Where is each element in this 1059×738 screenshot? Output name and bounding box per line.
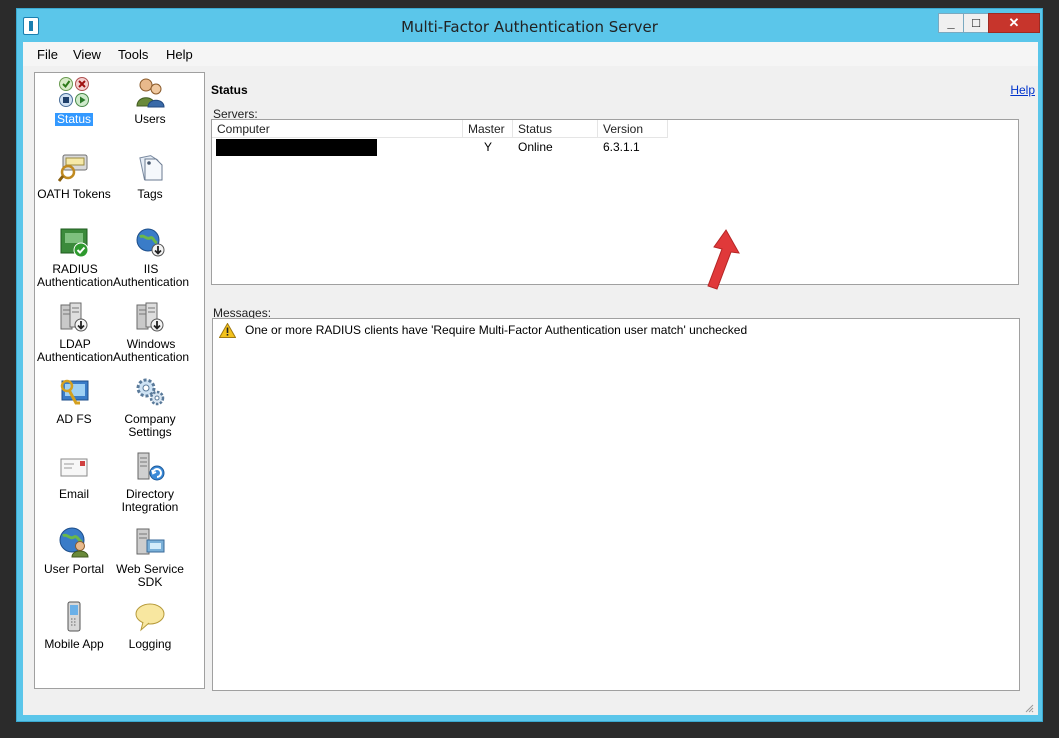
ldap-icon — [58, 301, 90, 333]
sidebar-item-email[interactable]: Email — [35, 451, 113, 501]
sidebar-item-label: Tags — [137, 187, 163, 201]
sidebar-item-label: Users — [134, 112, 166, 126]
sidebar-item-label: Windows Authentication — [113, 337, 190, 364]
sidebar-item-label: Web Service SDK — [116, 562, 184, 589]
sidebar-item-label: Company Settings — [124, 412, 176, 439]
column-header-master[interactable]: Master — [463, 120, 513, 138]
sidebar-item-company-settings[interactable]: Company Settings — [111, 376, 189, 439]
screenshot-frame: Multi-Factor Authentication Server _ □ ✕… — [0, 0, 1059, 738]
sidebar-item-users[interactable]: Users — [111, 76, 189, 126]
sidebar-item-logging[interactable]: Logging — [111, 601, 189, 651]
tags-icon — [134, 151, 166, 183]
sidebar-item-radius[interactable]: RADIUS Authentication — [35, 226, 113, 289]
windows-auth-icon — [134, 301, 166, 333]
client-area: File View Tools Help Status Users OATH T… — [23, 42, 1038, 715]
menu-bar: File View Tools Help — [23, 42, 1038, 66]
sidebar-item-web-service-sdk[interactable]: Web Service SDK — [111, 526, 189, 589]
redacted-computer-name — [216, 139, 377, 156]
sidebar-item-user-portal[interactable]: User Portal — [35, 526, 113, 576]
window-title: Multi-Factor Authentication Server — [401, 18, 658, 36]
oath-tokens-icon — [57, 151, 90, 183]
sidebar-item-ad-fs[interactable]: AD FS — [35, 376, 113, 426]
radius-icon — [58, 226, 90, 258]
minimize-button[interactable]: _ — [938, 13, 964, 33]
servers-list[interactable]: Computer Master Status Version Y Online … — [211, 119, 1019, 285]
adfs-icon — [58, 376, 90, 408]
sidebar-item-label: Mobile App — [44, 637, 104, 651]
messages-list[interactable]: One or more RADIUS clients have 'Require… — [212, 318, 1020, 691]
sidebar-item-iis[interactable]: IIS Authentication — [111, 226, 189, 289]
status-panel: Status Help Servers: Computer Master Sta… — [209, 72, 1035, 695]
app-window: Multi-Factor Authentication Server _ □ ✕… — [16, 8, 1043, 722]
sidebar-item-windows-authentication[interactable]: Windows Authentication — [111, 301, 189, 364]
status-icon — [58, 76, 90, 108]
page-title: Status — [211, 83, 248, 97]
iis-icon — [134, 226, 166, 258]
user-portal-icon — [58, 526, 90, 558]
users-icon — [134, 76, 166, 108]
message-text: One or more RADIUS clients have 'Require… — [245, 323, 748, 337]
sidebar-item-status[interactable]: Status — [35, 76, 113, 126]
sidebar-item-oath-tokens[interactable]: OATH Tokens — [35, 151, 113, 201]
sidebar-item-label: Status — [54, 112, 94, 126]
company-settings-icon — [134, 376, 166, 408]
navigation-sidebar: Status Users OATH Tokens Tags RADIUS Aut… — [34, 72, 205, 689]
menu-tools[interactable]: Tools — [118, 47, 148, 62]
menu-help[interactable]: Help — [166, 47, 193, 62]
maximize-button[interactable]: □ — [963, 13, 989, 33]
email-icon — [58, 451, 90, 483]
menu-view[interactable]: View — [73, 47, 101, 62]
sidebar-item-label: Email — [58, 487, 89, 501]
column-header-computer[interactable]: Computer — [212, 120, 463, 138]
resize-grip-icon[interactable] — [1024, 703, 1034, 713]
sidebar-item-label: Logging — [128, 637, 172, 651]
web-service-sdk-icon — [134, 526, 166, 558]
server-status-cell: Online — [518, 140, 553, 154]
sidebar-item-label: Directory Integration — [121, 487, 179, 514]
sidebar-item-label: OATH Tokens — [37, 187, 111, 201]
logging-icon — [134, 601, 166, 633]
server-version-cell: 6.3.1.1 — [603, 140, 640, 154]
sidebar-item-directory-integration[interactable]: Directory Integration — [111, 451, 189, 514]
title-bar[interactable]: Multi-Factor Authentication Server _ □ ✕ — [17, 9, 1042, 43]
column-header-version[interactable]: Version — [598, 120, 668, 138]
sidebar-item-ldap[interactable]: LDAP Authentication — [35, 301, 113, 364]
sidebar-item-label: User Portal — [43, 562, 105, 576]
sidebar-item-mobile-app[interactable]: Mobile App — [35, 601, 113, 651]
sidebar-item-tags[interactable]: Tags — [111, 151, 189, 201]
close-button[interactable]: ✕ — [988, 13, 1040, 33]
server-master-cell: Y — [484, 140, 493, 154]
help-link[interactable]: Help — [1010, 83, 1035, 97]
directory-integration-icon — [134, 451, 166, 483]
column-header-status[interactable]: Status — [513, 120, 598, 138]
sidebar-item-label: LDAP Authentication — [37, 337, 114, 364]
annotation-arrow-icon — [707, 229, 740, 290]
mobile-app-icon — [58, 601, 90, 633]
menu-file[interactable]: File — [37, 47, 58, 62]
warning-icon — [218, 322, 237, 338]
sidebar-item-label: RADIUS Authentication — [37, 262, 114, 289]
sidebar-item-label: IIS Authentication — [113, 262, 190, 289]
sidebar-item-label: AD FS — [56, 412, 92, 426]
